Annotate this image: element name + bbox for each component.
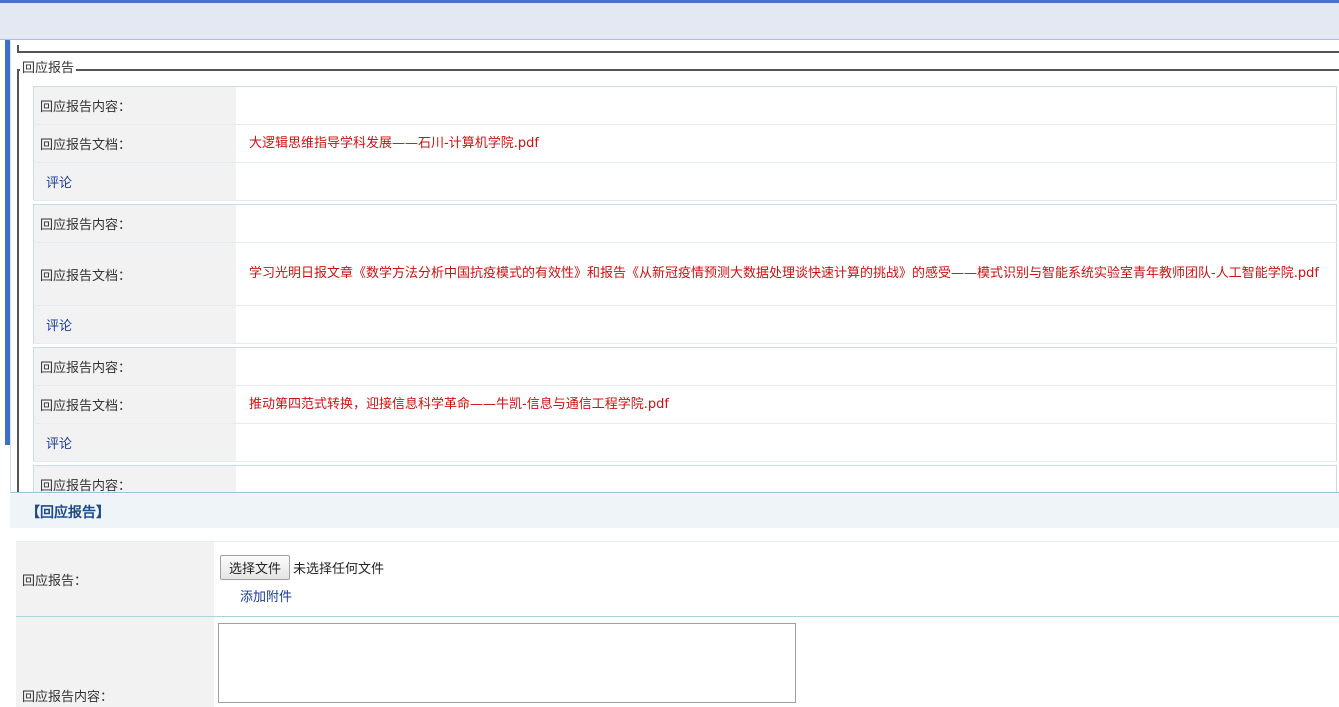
add-attachment-link[interactable]: 添加附件 bbox=[240, 586, 292, 605]
content-form-label: 回应报告内容： bbox=[16, 617, 214, 707]
report-item: 回应报告内容： 回应报告文档： 推动第四范式转换，迎接信息科学革命——牛凯-信息… bbox=[33, 347, 1337, 462]
doc-label: 回应报告文档： bbox=[33, 385, 236, 424]
section-header: 【回应报告】 bbox=[10, 494, 1339, 528]
choose-file-button[interactable]: 选择文件 bbox=[220, 555, 291, 580]
report-file-row: 回应报告： 选择文件 未选择任何文件 添加附件 bbox=[16, 542, 1339, 617]
reports-scroll-panel[interactable]: 回应报告 回应报告内容： 回应报告文档： 大逻辑思维指导学科发展——石川-计算机… bbox=[10, 41, 1339, 493]
comment-value bbox=[236, 162, 1337, 201]
no-file-text: 未选择任何文件 bbox=[293, 562, 385, 577]
content-value bbox=[236, 347, 1337, 386]
content-value bbox=[236, 204, 1337, 243]
comment-value bbox=[236, 305, 1337, 344]
outer-frame bbox=[17, 45, 1339, 53]
comment-link[interactable]: 评论 bbox=[40, 176, 72, 191]
report-label: 回应报告： bbox=[16, 542, 214, 616]
report-doc-link[interactable]: 学习光明日报文章《数学方法分析中国抗疫模式的有效性》和报告《从新冠疫情预测大数据… bbox=[236, 258, 1336, 290]
content-label: 回应报告内容： bbox=[33, 465, 236, 492]
report-item: 回应报告内容： 回应报告文档： 学习光明日报文章《数学方法分析中国抗疫模式的有效… bbox=[33, 204, 1337, 344]
report-doc-link[interactable]: 推动第四范式转换，迎接信息科学革命——牛凯-信息与通信工程学院.pdf bbox=[242, 397, 669, 412]
comment-link[interactable]: 评论 bbox=[40, 319, 72, 334]
report-item: 回应报告内容： bbox=[33, 465, 1337, 492]
doc-label: 回应报告文档： bbox=[33, 242, 236, 306]
fieldset-legend: 回应报告 bbox=[20, 61, 77, 77]
content-value bbox=[236, 465, 1337, 492]
comment-value bbox=[236, 423, 1337, 462]
section-title: 【回应报告】 bbox=[26, 505, 110, 521]
content-label: 回应报告内容： bbox=[33, 86, 236, 125]
report-content-row: 回应报告内容： bbox=[16, 617, 1339, 707]
doc-label: 回应报告文档： bbox=[33, 124, 236, 163]
response-form: 回应报告： 选择文件 未选择任何文件 添加附件 回应报告内容： bbox=[16, 541, 1339, 707]
content-label: 回应报告内容： bbox=[33, 204, 236, 243]
content-value bbox=[236, 86, 1337, 125]
report-content-textarea[interactable] bbox=[218, 623, 796, 703]
top-header-bar bbox=[0, 0, 1339, 40]
report-doc-link[interactable]: 大逻辑思维指导学科发展——石川-计算机学院.pdf bbox=[242, 136, 539, 151]
report-item: 回应报告内容： 回应报告文档： 大逻辑思维指导学科发展——石川-计算机学院.pd… bbox=[33, 86, 1337, 201]
comment-link[interactable]: 评论 bbox=[40, 437, 72, 452]
content-label: 回应报告内容： bbox=[33, 347, 236, 386]
report-list: 回应报告内容： 回应报告文档： 大逻辑思维指导学科发展——石川-计算机学院.pd… bbox=[33, 86, 1337, 492]
